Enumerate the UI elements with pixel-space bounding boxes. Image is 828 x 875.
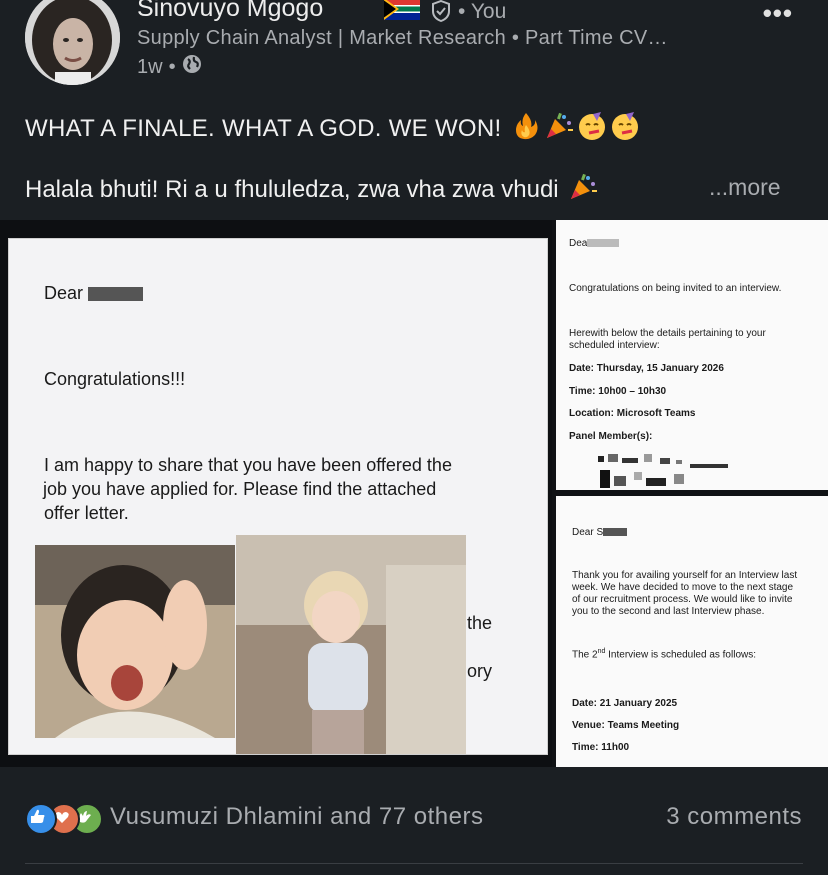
author-avatar[interactable] <box>25 0 120 85</box>
second-interview-time: Time: 11h00 <box>572 742 630 753</box>
invite-herewith-2: scheduled interview: <box>569 340 660 351</box>
second-interview-p4: you to the second and last Interview pha… <box>572 606 765 617</box>
child-reaction-image <box>35 545 235 738</box>
letter-peek-text-2: ory <box>467 661 493 681</box>
globe-icon <box>182 54 202 80</box>
second-interview-p2: week. We have decided to move to the nex… <box>572 582 794 593</box>
letter-body-line3: offer letter. <box>44 503 129 523</box>
see-more-link[interactable]: ...more <box>709 174 781 201</box>
letter-peek-text-1: the <box>467 613 493 633</box>
verified-shield-icon <box>430 0 452 23</box>
reaction-icons[interactable] <box>25 803 103 835</box>
second-interview-salutation: Dear S <box>572 527 628 540</box>
more-options-button[interactable]: ••• <box>763 0 793 29</box>
media-image-second-interview[interactable]: Dear S Thank you for availing yourself f… <box>556 496 828 767</box>
post-meta: 1w • <box>137 54 202 80</box>
post-text-line1: WHAT A FINALE. WHAT A GOD. WE WON! <box>25 111 640 143</box>
invite-panel: Panel Member(s): <box>569 431 653 442</box>
invite-time: Time: 10h00 – 10h30 <box>569 386 667 397</box>
partying-face-icon-2 <box>610 111 640 141</box>
media-image-offer-letter[interactable]: Dear Congratulations!!! I am happy to sh… <box>0 220 552 767</box>
like-icon <box>25 803 57 835</box>
post-text-line2: Halala bhuti! Ri a u fhululedza, zwa vha… <box>25 172 598 204</box>
party-popper-icon-2 <box>568 172 598 202</box>
post-media[interactable]: Dear Congratulations!!! I am happy to sh… <box>0 220 828 767</box>
letter-body-line2: job you have applied for. Please find th… <box>43 479 437 499</box>
toddler-dancing-image <box>236 535 466 754</box>
second-interview-date: Date: 21 January 2025 <box>572 698 678 709</box>
footer-divider <box>25 863 803 864</box>
author-name[interactable]: Sinovuyo Mgogo <box>137 0 323 23</box>
second-interview-p3: of our recruitment process. We would lik… <box>572 594 793 605</box>
second-interview-venue: Venue: Teams Meeting <box>572 720 680 731</box>
you-label: • You <box>458 0 507 23</box>
second-interview-schedule: The 2nd Interview is scheduled as follow… <box>572 648 756 661</box>
letter-body-line1: I am happy to share that you have been o… <box>44 455 452 475</box>
author-headline: Supply Chain Analyst | Market Research •… <box>137 27 668 49</box>
partying-face-icon <box>577 111 607 141</box>
letter-salutation: Dear <box>44 283 144 304</box>
reactions-summary[interactable]: Vusumuzi Dhlamini and 77 others <box>110 803 483 831</box>
redacted-panel-names <box>594 454 730 490</box>
invite-date: Date: Thursday, 15 January 2026 <box>569 363 724 374</box>
fire-emoji-icon <box>511 111 541 141</box>
invite-congrats: Congratulations on being invited to an i… <box>569 283 782 294</box>
offer-letter-document: Dear Congratulations!!! I am happy to sh… <box>8 238 548 755</box>
second-interview-p1: Thank you for availing yourself for an I… <box>572 570 798 581</box>
letter-congratulations: Congratulations!!! <box>44 369 186 389</box>
comments-count-link[interactable]: 3 comments <box>666 803 802 831</box>
south-africa-flag-icon <box>384 0 420 20</box>
invite-herewith-1: Herewith below the details pertaining to… <box>569 328 766 339</box>
party-popper-icon <box>544 111 574 141</box>
invite-salutation: Dea <box>569 238 620 251</box>
invite-location: Location: Microsoft Teams <box>569 408 696 419</box>
media-image-interview-invite[interactable]: Dea Congratulations on being invited to … <box>556 220 828 490</box>
post-time: 1w <box>137 55 163 78</box>
